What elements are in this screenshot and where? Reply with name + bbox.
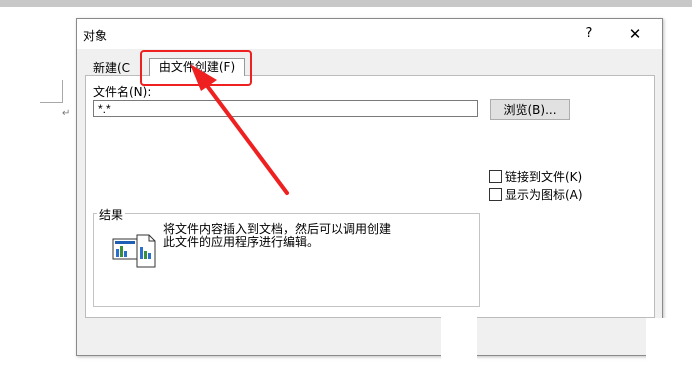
annotation-arrow xyxy=(190,64,289,195)
